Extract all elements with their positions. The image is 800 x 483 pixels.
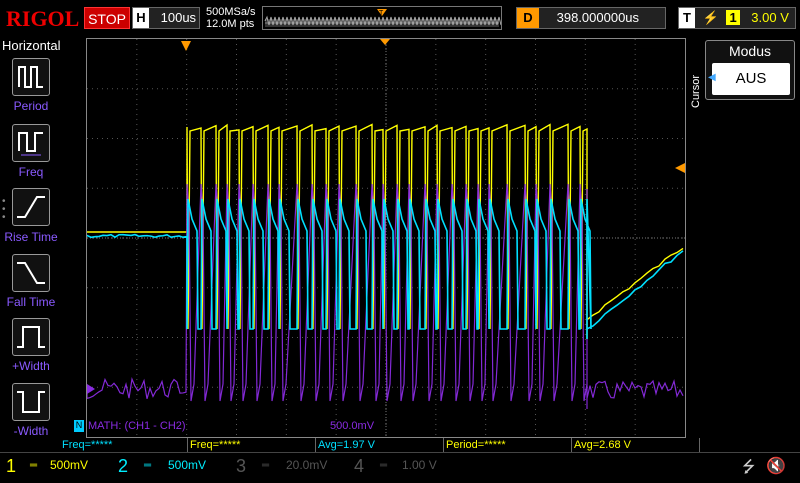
trigger-box[interactable]: T ⚡ 1 3.00 V: [678, 7, 796, 29]
horizontal-key-label: H: [133, 8, 149, 28]
delay-value: 398.000000us: [556, 10, 640, 25]
period-label: Period: [13, 99, 49, 113]
memory-overview-bar[interactable]: T: [262, 6, 522, 30]
measurement-item[interactable]: Freq=*****: [60, 438, 188, 452]
cursor-mode-arrow-icon: ◀: [708, 72, 716, 83]
trigger-level: 3.00 V: [751, 10, 789, 25]
channel1-scale[interactable]: 500mV: [50, 458, 88, 472]
cursor-mode-button[interactable]: Modus AUS ◀: [705, 40, 795, 100]
cursor-mode-title: Modus: [728, 43, 772, 59]
trigger-time-marker: [181, 41, 191, 51]
rise-edge-icon: [17, 196, 45, 218]
channel1-coupling-icon: ═: [30, 460, 38, 471]
channel3-number[interactable]: 3: [236, 456, 246, 477]
trigger-edge-icon: ⚡: [702, 10, 719, 25]
delay-key-label: D: [517, 8, 539, 28]
positive-width-label: +Width: [12, 359, 50, 373]
channel2-scale[interactable]: 500mV: [168, 458, 206, 472]
timebase-box[interactable]: H 100us: [132, 7, 200, 29]
freq-button[interactable]: [12, 124, 50, 162]
fall-time-label: Fall Time: [6, 295, 56, 309]
left-panel-title: Horizontal: [2, 38, 61, 53]
period-button[interactable]: [12, 58, 50, 96]
speaker-muted-icon[interactable]: 🔇: [766, 456, 786, 476]
measurement-item[interactable]: Avg=1.97 V: [316, 438, 444, 452]
negative-width-label: -Width: [13, 424, 49, 438]
fall-time-button[interactable]: [12, 254, 50, 292]
acquisition-info: 500MSa/s 12.0M pts: [206, 6, 256, 30]
rise-time-label: Rise Time: [4, 230, 58, 244]
usb-icon: ⭍: [742, 459, 756, 476]
channel3-coupling-icon: ═: [262, 460, 270, 471]
memory-depth: 12.0M pts: [206, 18, 255, 30]
period-icon: [18, 66, 43, 88]
math-offset-marker: [87, 384, 95, 394]
positive-width-button[interactable]: [12, 318, 50, 356]
cursor-side-label: Cursor: [690, 74, 702, 108]
math-marker-n-icon: N: [74, 420, 84, 432]
negative-pulse-icon: [17, 391, 45, 413]
delay-box[interactable]: D 398.000000us: [516, 7, 666, 29]
run-stop-indicator[interactable]: STOP: [84, 7, 130, 29]
waveform-display[interactable]: [86, 38, 686, 438]
scroll-dots-icon: • • •: [2, 196, 6, 223]
sample-rate: 500MSa/s: [206, 6, 256, 18]
channel1-number[interactable]: 1: [6, 456, 16, 477]
waveform-canvas: [87, 39, 685, 437]
math-label: MATH: (CH1 - CH2): [88, 420, 186, 432]
channel4-coupling-icon: ═: [380, 460, 388, 471]
measurement-item[interactable]: Avg=2.68 V: [572, 438, 700, 452]
negative-width-button[interactable]: [12, 383, 50, 421]
channel4-scale[interactable]: 1.00 V: [402, 458, 437, 472]
fall-edge-icon: [17, 262, 45, 284]
freq-icon: [18, 132, 43, 156]
channel2-number[interactable]: 2: [118, 456, 128, 477]
freq-label: Freq: [18, 165, 44, 179]
math-scale: 500.0mV: [330, 420, 375, 432]
trigger-source: 1: [726, 10, 740, 25]
memory-overview-graphic: T: [264, 9, 522, 27]
svg-text:T: T: [379, 10, 384, 17]
measurement-item[interactable]: Freq=*****: [188, 438, 316, 452]
measurement-bar: Freq=***** Freq=***** Avg=1.97 V Period=…: [60, 438, 700, 452]
trigger-level-marker: [675, 163, 685, 173]
channel4-number[interactable]: 4: [354, 456, 364, 477]
center-marker: [380, 39, 390, 45]
timebase-value: 100us: [160, 10, 197, 25]
channel3-scale[interactable]: 20.0mV: [286, 458, 327, 472]
measurement-item[interactable]: Period=*****: [444, 438, 572, 452]
rise-time-button[interactable]: [12, 188, 50, 226]
brand-logo: RIGOL: [6, 6, 80, 31]
trigger-key-label: T: [679, 8, 695, 28]
positive-pulse-icon: [17, 326, 45, 348]
channel2-coupling-icon: ═: [144, 460, 152, 471]
cursor-mode-value: AUS: [712, 63, 790, 95]
